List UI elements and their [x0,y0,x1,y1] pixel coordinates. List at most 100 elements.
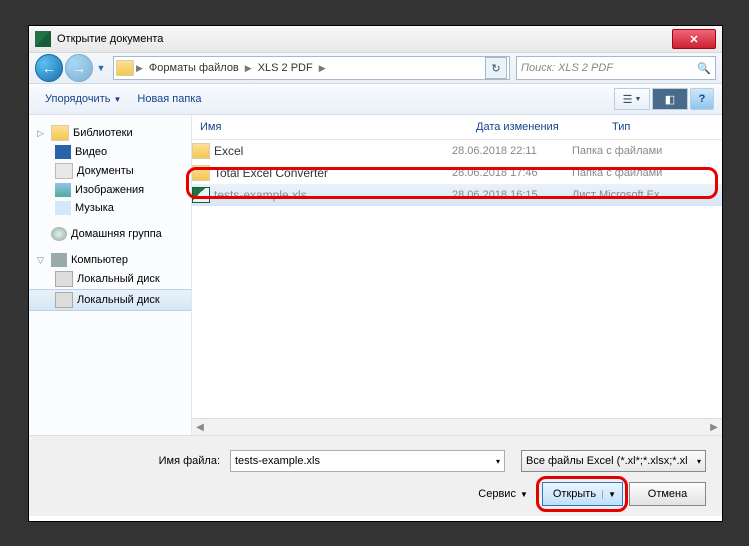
chevron-right-icon: ▶ [319,63,326,74]
file-type-filter[interactable]: Все файлы Excel (*.xl*;*.xlsx;*.xl ▾ [521,450,706,472]
sidebar-item-documents[interactable]: Документы [29,161,191,181]
organize-label: Упорядочить [45,93,110,105]
sidebar-item-homegroup[interactable]: Домашняя группа [29,225,191,243]
file-name: Excel [214,144,243,158]
chevron-right-icon: ▶ [136,63,143,74]
chevron-down-icon: ▾ [697,457,701,466]
document-icon [55,163,73,179]
toolbar: Упорядочить ▼ Новая папка ☰▼ ◧ ? [29,84,722,115]
new-folder-button[interactable]: Новая папка [129,90,209,108]
chevron-right-icon: ▶ [245,63,252,74]
label: Локальный диск [77,273,160,285]
sidebar-item-disk[interactable]: Локальный диск [29,269,191,289]
sidebar-item-music[interactable]: Музыка [29,199,191,217]
close-button[interactable]: ✕ [672,29,716,49]
computer-icon [51,253,67,267]
scroll-left-icon[interactable]: ◀ [192,422,208,433]
column-headers: Имя Дата изменения Тип [192,115,722,140]
file-date: 28.06.2018 17:46 [452,167,572,179]
breadcrumb-item[interactable]: XLS 2 PDF [254,62,317,74]
folder-icon [116,60,134,76]
image-icon [55,183,71,197]
column-date[interactable]: Дата изменения [468,121,604,133]
chevron-right-icon: ▷ [37,128,47,139]
titlebar: Открытие документа ✕ [29,26,722,53]
refresh-button[interactable]: ↻ [485,57,507,79]
navigation-bar: ← → ▼ ▶ Форматы файлов ▶ XLS 2 PDF ▶ ↻ П… [29,53,722,84]
folder-icon [192,165,210,181]
homegroup-icon [51,227,67,241]
library-icon [51,125,69,141]
label: Музыка [75,202,114,214]
file-type: Лист Microsoft Ex... [572,189,722,201]
file-row-selected[interactable]: tests-example.xls 28.06.2018 16:15Лист Mi… [192,184,722,206]
column-name[interactable]: Имя [192,121,468,133]
sidebar-item-libraries[interactable]: ▷ Библиотеки [29,123,191,143]
scroll-right-icon[interactable]: ▶ [706,422,722,433]
file-name: Total Excel Converter [214,166,328,180]
label: Локальный диск [77,294,160,306]
open-file-dialog: Открытие документа ✕ ← → ▼ ▶ Форматы фай… [28,25,723,522]
history-dropdown[interactable]: ▼ [95,63,107,73]
file-type: Папка с файлами [572,167,722,179]
cancel-label: Отмена [648,488,687,500]
file-name: tests-example.xls [214,188,307,202]
filter-value: Все файлы Excel (*.xl*;*.xlsx;*.xl [526,455,688,467]
organize-button[interactable]: Упорядочить ▼ [37,90,129,108]
new-folder-label: Новая папка [137,93,201,105]
label: Домашняя группа [71,228,162,240]
cancel-button[interactable]: Отмена [629,482,706,506]
search-placeholder: Поиск: XLS 2 PDF [521,62,613,74]
disk-icon [55,271,73,287]
file-row[interactable]: Excel 28.06.2018 22:11Папка с файлами [192,140,722,162]
breadcrumb-item[interactable]: Форматы файлов [145,62,243,74]
chevron-down-icon: ▼ [520,490,528,499]
filename-label: Имя файла: [45,455,224,467]
service-button[interactable]: Сервис ▼ [470,485,536,503]
forward-button[interactable]: → [65,54,93,82]
sidebar-item-images[interactable]: Изображения [29,181,191,199]
dialog-title: Открытие документа [57,33,163,45]
open-button[interactable]: Открыть ▼ [542,482,623,506]
label: Изображения [75,184,144,196]
filename-value: tests-example.xls [235,455,320,467]
search-icon: 🔍 [697,62,711,75]
back-button[interactable]: ← [35,54,63,82]
file-type: Папка с файлами [572,145,722,157]
filename-input[interactable]: tests-example.xls ▾ [230,450,505,472]
label: Библиотеки [73,127,133,139]
chevron-down-icon: ▼ [113,95,121,104]
open-split-dropdown[interactable]: ▼ [602,490,616,499]
xls-icon [192,187,210,203]
help-button[interactable]: ? [690,88,714,110]
folder-icon [192,143,210,159]
service-label: Сервис [478,488,516,500]
label: Компьютер [71,254,128,266]
label: Документы [77,165,134,177]
chevron-down-icon: ▽ [37,255,47,266]
disk-icon [55,292,73,308]
file-date: 28.06.2018 22:11 [452,145,572,157]
sidebar-item-computer[interactable]: ▽ Компьютер [29,251,191,269]
file-list: Имя Дата изменения Тип Excel 28.06.2018 2… [192,115,722,435]
sidebar-item-video[interactable]: Видео [29,143,191,161]
search-input[interactable]: Поиск: XLS 2 PDF 🔍 [516,56,716,80]
music-icon [55,201,71,215]
horizontal-scrollbar[interactable]: ◀ ▶ [192,418,722,435]
file-date: 28.06.2018 16:15 [452,189,572,201]
file-row[interactable]: Total Excel Converter 28.06.2018 17:46Пап… [192,162,722,184]
breadcrumb[interactable]: ▶ Форматы файлов ▶ XLS 2 PDF ▶ ↻ [113,56,510,80]
main-area: ▷Библиотеки Видео Документы Изображения … [29,115,722,435]
open-label: Открыть [553,488,596,500]
view-details-button[interactable]: ☰▼ [614,88,650,110]
column-type[interactable]: Тип [604,121,722,133]
preview-pane-button[interactable]: ◧ [652,88,688,110]
chevron-down-icon: ▾ [496,457,500,466]
sidebar: ▷Библиотеки Видео Документы Изображения … [29,115,192,435]
excel-icon [35,31,51,47]
bottom-panel: Имя файла: tests-example.xls ▾ Все файлы… [29,435,722,516]
chevron-down-icon: ▼ [634,96,641,103]
label: Видео [75,146,107,158]
video-icon [55,145,71,159]
sidebar-item-disk[interactable]: Локальный диск [29,289,191,311]
